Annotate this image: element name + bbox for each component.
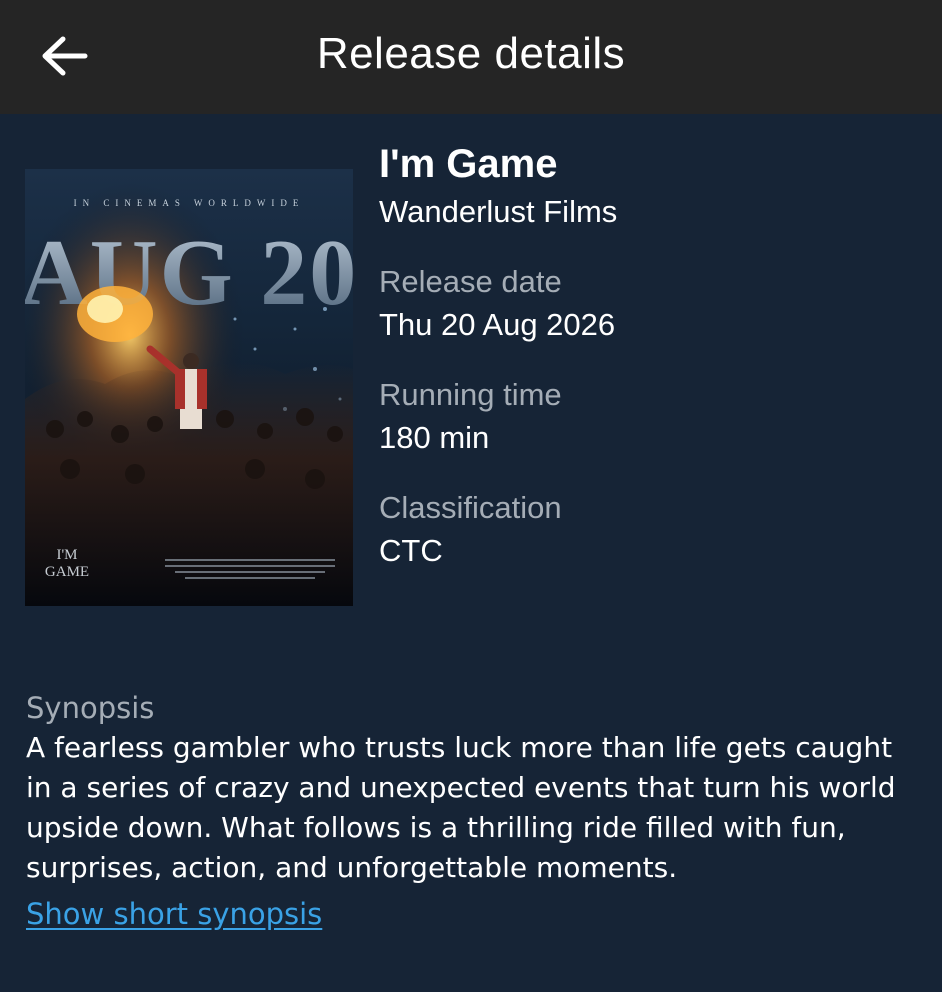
classification-value: CTC <box>379 533 443 568</box>
classification-section: Classification CTC <box>379 488 919 571</box>
movie-title: I'm Game <box>379 142 558 186</box>
release-details-content: IN CINEMAS WORLDWIDE AUG 20 I'M GAME I'm… <box>0 114 942 992</box>
poster-tagline: IN CINEMAS WORLDWIDE <box>74 198 305 208</box>
classification-label: Classification <box>379 490 562 525</box>
release-date-section: Release date Thu 20 Aug 2026 <box>379 262 919 345</box>
movie-info: I'm Game Wanderlust Films Release date T… <box>379 138 919 571</box>
release-date-label: Release date <box>379 264 562 299</box>
running-time-label: Running time <box>379 377 562 412</box>
poster-image: IN CINEMAS WORLDWIDE AUG 20 I'M GAME <box>25 169 353 606</box>
show-short-synopsis-link[interactable]: Show short synopsis <box>26 894 322 934</box>
synopsis-section: Synopsis A fearless gambler who trusts l… <box>26 688 926 934</box>
page-title: Release details <box>316 29 626 78</box>
movie-poster: IN CINEMAS WORLDWIDE AUG 20 I'M GAME <box>25 169 353 606</box>
poster-date: AUG 20 <box>25 221 353 325</box>
poster-logo-line2: GAME <box>45 564 89 580</box>
synopsis-label: Synopsis <box>26 691 155 725</box>
release-date-value: Thu 20 Aug 2026 <box>379 307 616 342</box>
running-time-section: Running time 180 min <box>379 375 919 458</box>
synopsis-text: A fearless gambler who trusts luck more … <box>26 731 896 884</box>
app-header: Release details <box>0 0 942 114</box>
running-time-value: 180 min <box>379 420 490 455</box>
movie-distributor: Wanderlust Films <box>379 194 618 229</box>
poster-logo-line1: I'M <box>56 547 77 563</box>
